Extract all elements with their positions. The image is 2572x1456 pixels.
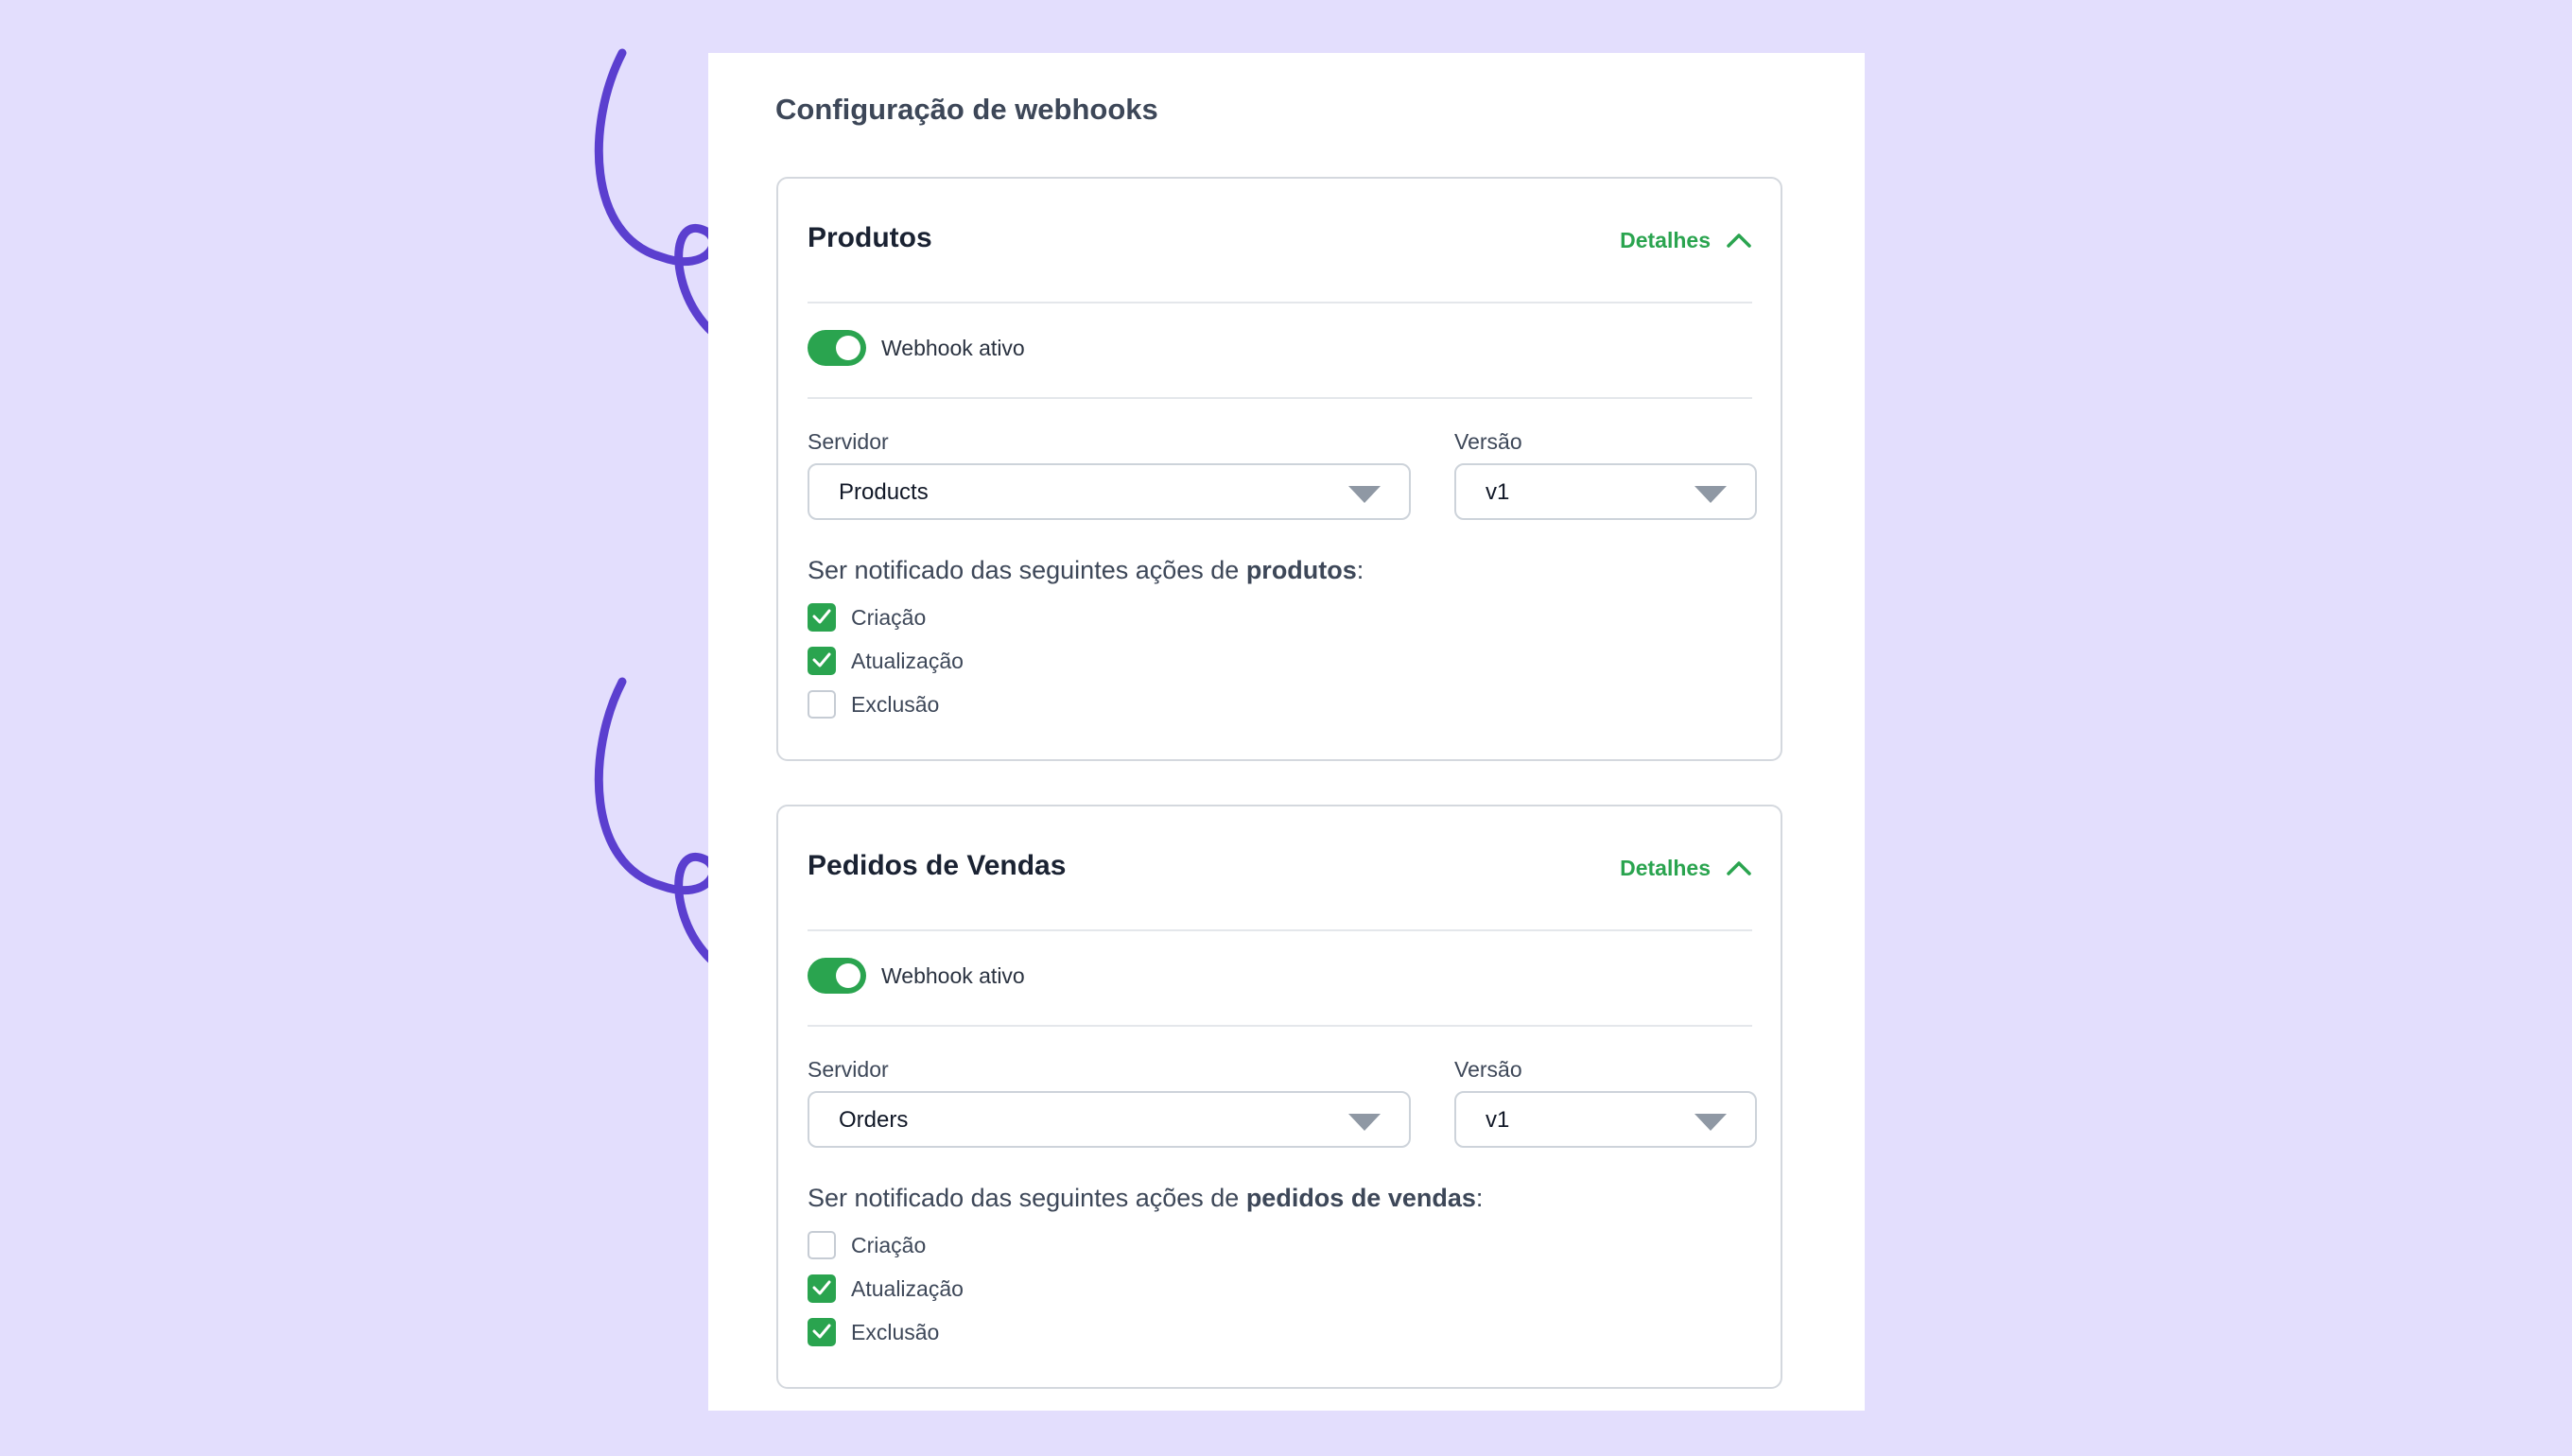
server-select[interactable]: Products bbox=[808, 463, 1411, 520]
version-select[interactable]: v1 bbox=[1454, 463, 1757, 520]
action-label: Criação bbox=[851, 604, 927, 630]
divider bbox=[808, 397, 1752, 399]
notify-description: Ser notificado das seguintes ações de pr… bbox=[808, 556, 1364, 584]
toggle-label: Webhook ativo bbox=[881, 962, 1025, 988]
details-toggle-button[interactable]: Detalhes bbox=[1620, 226, 1752, 254]
action-label: Exclusão bbox=[851, 1319, 940, 1344]
card-title: Pedidos de Vendas bbox=[808, 850, 1067, 881]
details-toggle-button[interactable]: Detalhes bbox=[1620, 854, 1752, 882]
divider bbox=[808, 1025, 1752, 1027]
action-label: Exclusão bbox=[851, 691, 940, 717]
notify-description: Ser notificado das seguintes ações de pe… bbox=[808, 1184, 1484, 1212]
check-icon bbox=[812, 1324, 831, 1339]
check-icon bbox=[812, 609, 831, 624]
version-select-value: v1 bbox=[1486, 1107, 1510, 1133]
webhooks-panel: Configuração de webhooks Produtos Detalh… bbox=[708, 53, 1865, 1411]
action-row: Criação bbox=[808, 603, 926, 632]
delete-checkbox[interactable] bbox=[808, 1318, 836, 1346]
caret-down-icon bbox=[1694, 486, 1727, 503]
version-select-value: v1 bbox=[1486, 479, 1510, 505]
details-label: Detalhes bbox=[1620, 855, 1711, 880]
update-checkbox[interactable] bbox=[808, 1274, 836, 1303]
check-icon bbox=[812, 652, 831, 667]
action-row: Criação bbox=[808, 1231, 926, 1259]
server-select[interactable]: Orders bbox=[808, 1091, 1411, 1148]
action-label: Criação bbox=[851, 1232, 927, 1257]
webhook-card-pedidos-de-vendas: Pedidos de Vendas Detalhes Webhook ativo… bbox=[776, 805, 1782, 1389]
divider bbox=[808, 929, 1752, 931]
toggle-label: Webhook ativo bbox=[881, 335, 1025, 360]
create-checkbox[interactable] bbox=[808, 603, 836, 632]
server-label: Servidor bbox=[808, 429, 889, 454]
create-checkbox[interactable] bbox=[808, 1231, 836, 1259]
chevron-up-icon bbox=[1727, 234, 1751, 248]
version-label: Versão bbox=[1454, 429, 1522, 454]
card-title: Produtos bbox=[808, 222, 932, 253]
server-select-value: Products bbox=[839, 479, 929, 505]
action-row: Atualização bbox=[808, 647, 964, 675]
action-label: Atualização bbox=[851, 1275, 964, 1301]
action-row: Atualização bbox=[808, 1274, 964, 1303]
chevron-up-icon bbox=[1727, 861, 1751, 875]
version-select[interactable]: v1 bbox=[1454, 1091, 1757, 1148]
check-icon bbox=[812, 1280, 831, 1295]
action-row: Exclusão bbox=[808, 690, 939, 719]
caret-down-icon bbox=[1348, 486, 1381, 503]
action-row: Exclusão bbox=[808, 1318, 939, 1346]
update-checkbox[interactable] bbox=[808, 647, 836, 675]
details-label: Detalhes bbox=[1620, 227, 1711, 252]
webhook-active-toggle[interactable] bbox=[808, 958, 866, 994]
page-title: Configuração de webhooks bbox=[775, 93, 1158, 126]
action-label: Atualização bbox=[851, 648, 964, 673]
webhook-active-toggle[interactable] bbox=[808, 330, 866, 366]
server-select-value: Orders bbox=[839, 1107, 909, 1133]
caret-down-icon bbox=[1348, 1114, 1381, 1131]
version-label: Versão bbox=[1454, 1057, 1522, 1082]
webhook-card-produtos: Produtos Detalhes Webhook ativo Servidor… bbox=[776, 177, 1782, 761]
server-label: Servidor bbox=[808, 1057, 889, 1082]
caret-down-icon bbox=[1694, 1114, 1727, 1131]
divider bbox=[808, 302, 1752, 303]
delete-checkbox[interactable] bbox=[808, 690, 836, 719]
